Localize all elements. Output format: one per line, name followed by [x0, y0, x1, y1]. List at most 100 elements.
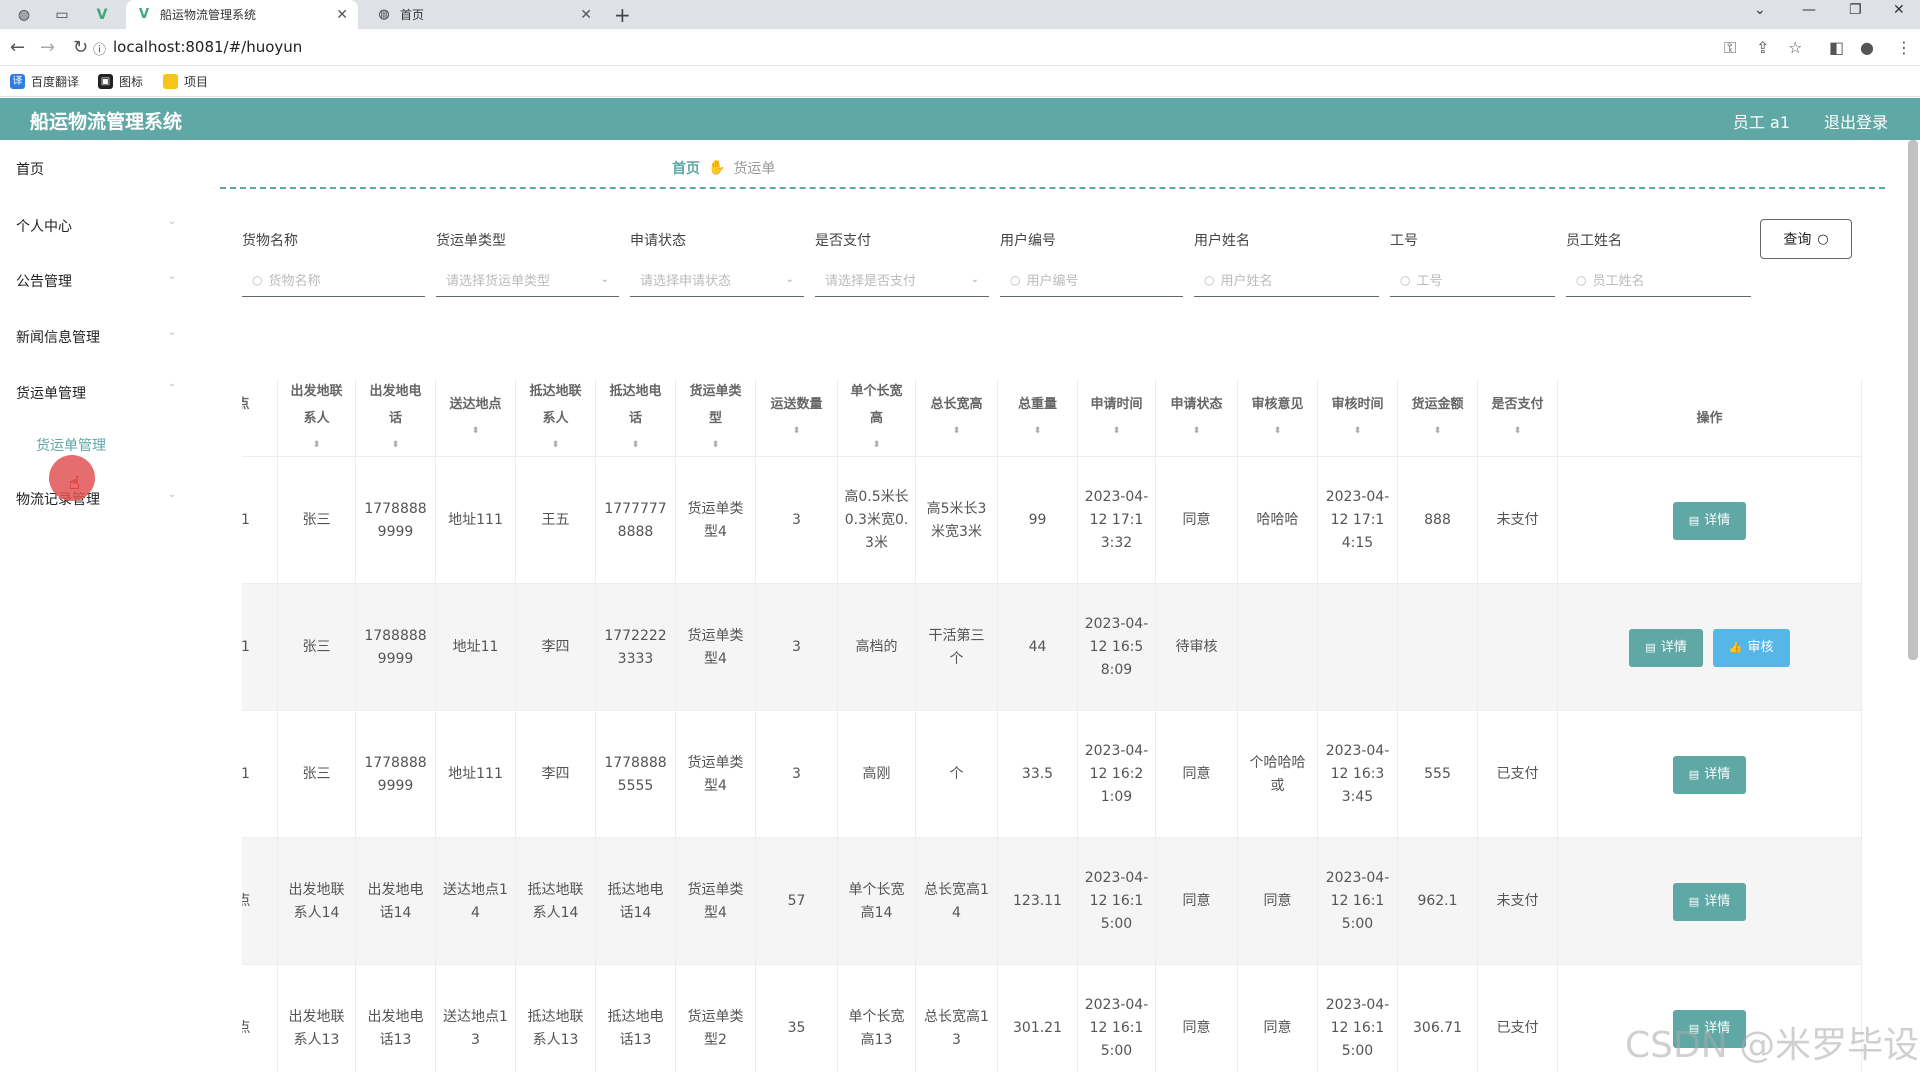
- tab-search-icon[interactable]: ⌄: [1754, 2, 1766, 18]
- column-header[interactable]: 货运金额 ⬍: [1398, 379, 1478, 457]
- table-cell: 2023-04-12 16:15:00: [1078, 838, 1156, 965]
- sort-icon[interactable]: ⬍: [552, 432, 560, 459]
- employee-name-input[interactable]: ○ 员工姓名: [1566, 263, 1751, 297]
- sidebar-item-profile[interactable]: 个人中心 ⌄: [16, 216, 176, 236]
- column-header[interactable]: 是否支付 ⬍: [1478, 379, 1558, 457]
- table-cell: 111: [242, 457, 278, 584]
- bookmark-icons[interactable]: ▣ 图标: [98, 73, 143, 90]
- new-tab-button[interactable]: +: [614, 3, 631, 27]
- sidebar-item-news[interactable]: 新闻信息管理 ⌄: [16, 327, 176, 347]
- column-header[interactable]: 货运单类型 ⬍: [676, 379, 756, 457]
- share-icon[interactable]: ⇪: [1756, 38, 1769, 57]
- table-cell: 962.1: [1398, 838, 1478, 965]
- detail-button[interactable]: ▤ 详情: [1672, 755, 1747, 794]
- column-header[interactable]: 总长宽高 ⬍: [916, 379, 998, 457]
- sort-icon[interactable]: ⬍: [1514, 418, 1522, 445]
- table-cell: 抵达地电话13: [596, 965, 676, 1072]
- sidebar-subitem-freight-manage[interactable]: 货运单管理: [36, 435, 106, 455]
- bookmark-baidu-translate[interactable]: 译 百度翻译: [10, 73, 79, 90]
- column-header[interactable]: 送达地点 ⬍: [436, 379, 516, 457]
- paid-select[interactable]: 请选择是否支付 ⌄: [815, 263, 989, 297]
- column-header[interactable]: 申请状态 ⬍: [1156, 379, 1238, 457]
- window-close-button[interactable]: ✕: [1893, 2, 1905, 18]
- close-icon[interactable]: ✕: [336, 7, 348, 23]
- table-cell: 总长宽高13: [916, 965, 998, 1072]
- sort-icon[interactable]: ⬍: [1034, 418, 1042, 445]
- tab-home[interactable]: ◍ 首页 ✕: [366, 0, 602, 29]
- url-field[interactable]: localhost:8081/#/huoyun: [113, 38, 302, 56]
- translate-icon: 译: [10, 74, 25, 89]
- sidebar-item-logistics[interactable]: 物流记录管理 ⌄: [16, 489, 176, 509]
- key-icon[interactable]: ⚿: [1724, 38, 1736, 58]
- table-cell: 地点: [242, 965, 278, 1072]
- sidebar-item-freight[interactable]: 货运单管理 ⌃: [16, 383, 176, 403]
- employee-id-input[interactable]: ○ 工号: [1390, 263, 1555, 297]
- sort-icon[interactable]: ⬍: [793, 418, 801, 445]
- bookmark-project[interactable]: 项目: [163, 73, 208, 90]
- profile-icon[interactable]: ●: [1860, 38, 1874, 57]
- forward-button[interactable]: →: [40, 37, 55, 58]
- sort-icon[interactable]: ⬍: [712, 432, 720, 459]
- minimize-button[interactable]: —: [1802, 2, 1816, 18]
- logout-link[interactable]: 退出登录: [1824, 109, 1888, 133]
- column-header[interactable]: 地点⬍: [242, 379, 278, 457]
- detail-button[interactable]: ▤ 详情: [1672, 501, 1747, 540]
- column-header[interactable]: 抵达地电话 ⬍: [596, 379, 676, 457]
- user-name-input[interactable]: ○ 用户姓名: [1194, 263, 1379, 297]
- sort-icon[interactable]: ⬍: [1434, 418, 1442, 445]
- column-header-label: 抵达地联系人: [529, 383, 582, 426]
- sort-icon[interactable]: ⬍: [1113, 418, 1121, 445]
- back-button[interactable]: ←: [10, 37, 25, 58]
- sidebar-item-home[interactable]: 首页: [16, 159, 176, 179]
- detail-button[interactable]: ▤ 详情: [1672, 882, 1747, 921]
- column-header[interactable]: 审核意见 ⬍: [1238, 379, 1318, 457]
- table-cell: 111: [242, 711, 278, 838]
- column-header-label: 申请状态: [1170, 397, 1223, 412]
- column-header[interactable]: 运送数量 ⬍: [756, 379, 838, 457]
- sort-icon[interactable]: ⬍: [392, 432, 400, 459]
- sort-icon[interactable]: ⬍: [953, 418, 961, 445]
- info-icon[interactable]: ⓘ: [93, 39, 106, 58]
- detail-button[interactable]: ▤ 详情: [1629, 628, 1703, 667]
- tab-active[interactable]: V 船运物流管理系统 ✕: [126, 0, 358, 29]
- sort-icon[interactable]: ⬍: [1354, 418, 1362, 445]
- globe-icon[interactable]: ◍: [14, 5, 34, 25]
- column-header-label: 审核意见: [1251, 397, 1304, 412]
- apply-status-select[interactable]: 请选择申请状态 ⌄: [630, 263, 804, 297]
- breadcrumb-home[interactable]: 首页: [672, 158, 700, 178]
- menu-icon[interactable]: ⋮: [1896, 38, 1912, 57]
- sort-icon[interactable]: ⬍: [1193, 418, 1201, 445]
- vue-icon[interactable]: V: [92, 5, 112, 25]
- button-label: 详情: [1704, 513, 1731, 528]
- sort-icon[interactable]: ⬍: [632, 432, 640, 459]
- sort-icon[interactable]: ⬍: [1274, 418, 1282, 445]
- reload-button[interactable]: ↻: [73, 37, 88, 58]
- query-button[interactable]: 查询 ○: [1760, 219, 1852, 259]
- sidepanel-icon[interactable]: ◧: [1829, 38, 1844, 57]
- goods-name-input[interactable]: ○ 货物名称: [242, 263, 425, 297]
- column-header-label: 地点: [242, 397, 250, 412]
- column-header[interactable]: 总重量 ⬍: [998, 379, 1078, 457]
- sort-icon[interactable]: ⬍: [472, 418, 480, 445]
- close-icon[interactable]: ✕: [580, 7, 592, 23]
- column-header[interactable]: 申请时间 ⬍: [1078, 379, 1156, 457]
- star-icon[interactable]: ☆: [1788, 38, 1802, 57]
- sidebar-item-notice[interactable]: 公告管理 ⌄: [16, 271, 176, 291]
- user-id-input[interactable]: ○ 用户编号: [1000, 263, 1183, 297]
- review-button[interactable]: 👍 审核: [1712, 628, 1790, 667]
- sort-icon[interactable]: ⬍: [313, 432, 321, 459]
- page-scrollbar[interactable]: [1908, 140, 1918, 660]
- column-header-label: 是否支付: [1491, 397, 1544, 412]
- restore-button[interactable]: ❐: [1849, 2, 1862, 18]
- column-header[interactable]: 出发地联系人 ⬍: [278, 379, 356, 457]
- sort-icon[interactable]: ⬍: [873, 432, 881, 459]
- column-header[interactable]: 出发地电话 ⬍: [356, 379, 436, 457]
- column-header[interactable]: 抵达地联系人 ⬍: [516, 379, 596, 457]
- blank-tab-icon[interactable]: ▭: [52, 5, 72, 25]
- column-header[interactable]: 审核时间 ⬍: [1318, 379, 1398, 457]
- chevron-down-icon: ⌄: [167, 327, 176, 338]
- freight-type-select[interactable]: 请选择货运单类型 ⌄: [436, 263, 619, 297]
- column-header[interactable]: 单个长宽高 ⬍: [838, 379, 916, 457]
- table-cell: [1238, 584, 1318, 711]
- actions-cell: ▤ 详情: [1558, 838, 1862, 965]
